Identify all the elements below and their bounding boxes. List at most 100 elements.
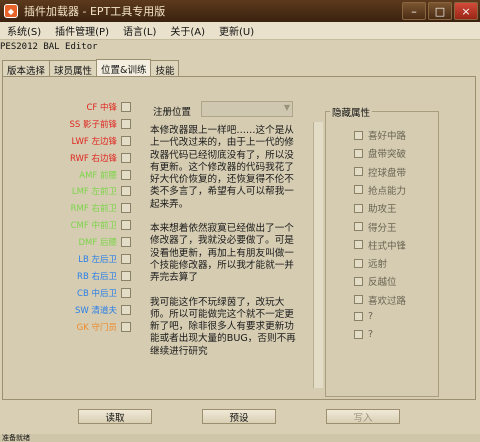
hidden-attribute-label: ? (368, 311, 374, 322)
hidden-attribute-checkbox[interactable] (354, 276, 363, 286)
tab-bar: 版本选择 球员属性 位置&训练 技能 (2, 59, 180, 77)
position-checkbox[interactable] (121, 135, 131, 146)
hidden-attributes-title: 隐藏属性 (330, 105, 373, 119)
position-row: LMF 左前卫 (57, 183, 131, 199)
hidden-attribute-checkbox[interactable] (354, 130, 363, 140)
hidden-attribute-checkbox[interactable] (354, 330, 363, 340)
hidden-attribute-checkbox[interactable] (354, 312, 363, 321)
hidden-attribute-label: 柱式中锋 (368, 240, 407, 252)
position-label: CMF 中前卫 (70, 221, 117, 232)
position-checkbox[interactable] (121, 102, 131, 112)
hidden-attributes-group: 隐藏属性 喜好中路盘带突破控球盘带抢点能力助攻王得分王柱式中锋远射反越位喜欢过路… (325, 105, 439, 397)
position-checkbox[interactable] (121, 186, 131, 197)
hidden-attribute-row: 喜欢过路 (354, 293, 406, 307)
maximize-button[interactable]: □ (428, 2, 452, 20)
position-row: DMF 后腰 (57, 234, 131, 250)
hidden-attribute-row: ? (354, 311, 373, 322)
tab-position-training[interactable]: 位置&训练 (96, 59, 152, 76)
position-row: CB 中后卫 (57, 285, 131, 301)
position-label: LWF 左边锋 (71, 136, 117, 147)
hidden-attribute-checkbox[interactable] (354, 240, 363, 250)
position-checkbox[interactable] (121, 287, 131, 298)
position-row: SS 影子前锋 (57, 116, 131, 132)
position-label: LMF 左前卫 (71, 187, 117, 198)
position-row: AMF 前腰 (57, 167, 131, 183)
title-bar: ◆ 插件加载器 - EPT工具专用版 – □ × (0, 0, 480, 22)
position-label: AMF 前腰 (79, 170, 117, 181)
position-checkbox[interactable] (121, 321, 131, 332)
position-checkbox[interactable] (121, 254, 131, 265)
hidden-attribute-checkbox[interactable] (354, 185, 363, 195)
position-row: CMF 中前卫 (57, 217, 131, 233)
minimize-button[interactable]: – (402, 2, 426, 20)
write-button[interactable]: 写入 (326, 409, 400, 424)
hidden-attribute-row: 喜好中路 (354, 128, 406, 142)
hidden-attribute-label: 控球盘带 (368, 167, 407, 179)
position-row: RB 右后卫 (57, 268, 131, 284)
hidden-attribute-label: 抢点能力 (368, 185, 407, 197)
hidden-attribute-label: 盘带突破 (368, 149, 407, 161)
hidden-attribute-checkbox[interactable] (354, 148, 363, 158)
description-paragraph: 我可能这作不玩绿茵了，改玩大师。所以可能做完这个就不一定更新了吧，除非很多人有要… (150, 296, 296, 357)
position-row: RMF 右前卫 (57, 200, 131, 216)
position-checkbox[interactable] (121, 118, 131, 129)
window-controls: – □ × (402, 2, 478, 20)
close-button[interactable]: × (454, 2, 478, 20)
read-button[interactable]: 读取 (78, 409, 152, 424)
hidden-attribute-row: ? (354, 329, 373, 340)
hidden-attribute-row: 抢点能力 (354, 183, 406, 197)
position-checkbox[interactable] (121, 152, 131, 163)
menu-about[interactable]: 关于(A) (163, 23, 212, 38)
position-checkbox[interactable] (121, 203, 131, 214)
hidden-attribute-row: 助攻王 (354, 201, 397, 215)
description-scrollbar[interactable] (313, 122, 323, 388)
hidden-attribute-label: 喜欢过路 (368, 295, 407, 307)
position-checkbox[interactable] (121, 304, 131, 315)
hidden-attribute-row: 得分王 (354, 220, 397, 234)
hidden-attribute-checkbox[interactable] (354, 203, 363, 213)
position-label: DMF 后腰 (78, 238, 117, 249)
description-paragraph: 本修改器跟上一样吧……这个是从上一代改过来的，由于上一代的修改器代码已经彻底没有… (150, 125, 294, 210)
hidden-attribute-label: 喜好中路 (368, 131, 407, 142)
registered-position-select[interactable]: ▼ (201, 101, 293, 117)
status-bar: 准备就绪 (0, 434, 480, 442)
position-label: LB 左后卫 (78, 255, 117, 266)
tab-content: CF 中锋 SS 影子前锋 LWF 左边锋 RWF 右边锋 AMF 前腰 LMF 左前卫 R… (2, 76, 476, 400)
hidden-attribute-row: 远射 (354, 256, 387, 270)
hidden-attribute-checkbox[interactable] (354, 222, 363, 231)
menu-plugin-manager[interactable]: 插件管理(P) (48, 23, 116, 38)
description-paragraph: 本来想着依然寂寞已经做出了一个修改器了，我就没必要做了。可是没看他更新，再加上有… (150, 223, 294, 284)
menu-system[interactable]: 系统(S) (0, 23, 48, 38)
position-row: CF 中锋 (57, 99, 131, 115)
menu-update[interactable]: 更新(U) (212, 23, 261, 38)
position-row: LWF 左边锋 (57, 133, 131, 149)
description-text: 本修改器跟上一样吧……这个是从上一代改过来的，由于上一代的修改器代码已经彻底没有… (150, 125, 303, 370)
position-checkbox[interactable] (121, 169, 131, 180)
position-label: RB 右后卫 (77, 271, 117, 282)
position-checkbox[interactable] (121, 220, 131, 231)
hidden-attribute-checkbox[interactable] (354, 167, 363, 177)
registered-position-label: 注册位置 (153, 107, 192, 118)
position-list: CF 中锋 SS 影子前锋 LWF 左边锋 RWF 右边锋 AMF 前腰 LMF 左前卫 R… (57, 99, 131, 335)
window-title: 插件加载器 - EPT工具专用版 (24, 5, 166, 18)
tab-version[interactable]: 版本选择 (2, 60, 51, 77)
position-label: GK 守门员 (76, 322, 117, 333)
position-checkbox[interactable] (121, 237, 131, 248)
hidden-attribute-row: 盘带突破 (354, 146, 406, 160)
position-checkbox[interactable] (121, 270, 131, 281)
tab-skills[interactable]: 技能 (150, 60, 180, 77)
preset-button[interactable]: 预设 (202, 409, 276, 424)
hidden-attribute-label: 远射 (368, 259, 388, 271)
position-label: SS 影子前锋 (69, 119, 118, 130)
hidden-attribute-checkbox[interactable] (354, 295, 363, 305)
tab-player-attributes[interactable]: 球员属性 (49, 60, 98, 77)
hidden-attribute-label: 得分王 (368, 222, 397, 234)
position-label: RWF 右边锋 (69, 153, 117, 164)
position-label: CF 中锋 (86, 103, 117, 113)
hidden-attribute-checkbox[interactable] (354, 258, 363, 268)
menu-language[interactable]: 语言(L) (116, 23, 163, 38)
menu-bar: 系统(S) 插件管理(P) 语言(L) 关于(A) 更新(U) (0, 22, 480, 40)
position-row: RWF 右边锋 (57, 150, 131, 166)
position-row: GK 守门员 (57, 319, 131, 335)
hidden-attribute-label: 反越位 (368, 277, 397, 289)
